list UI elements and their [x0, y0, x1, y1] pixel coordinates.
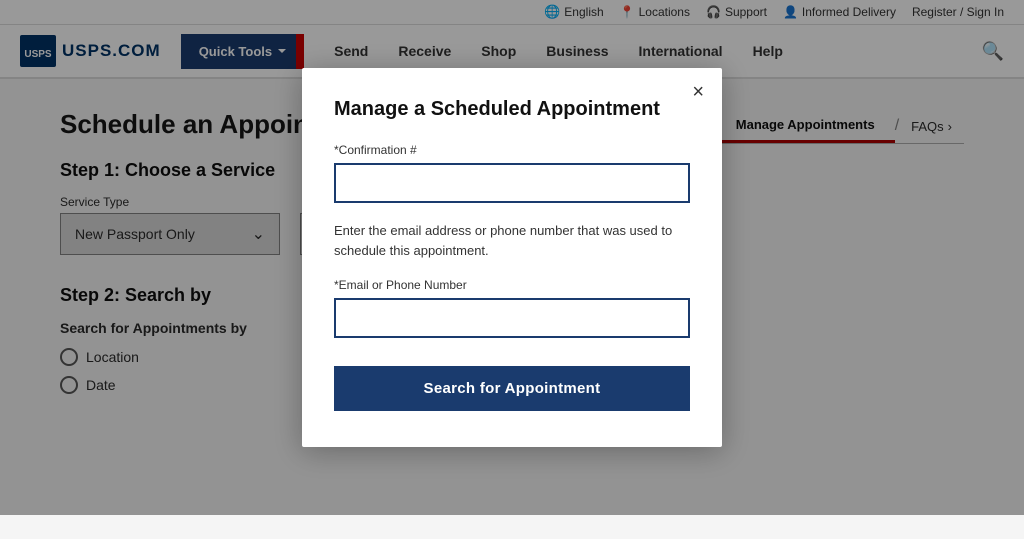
search-appointment-button[interactable]: Search for Appointment: [334, 366, 690, 411]
confirmation-label: *Confirmation #: [334, 143, 690, 157]
modal-close-button[interactable]: ×: [692, 82, 704, 102]
email-phone-label-text: *Email or Phone Number: [334, 278, 467, 292]
email-phone-label: *Email or Phone Number: [334, 278, 690, 292]
modal-hint-text: Enter the email address or phone number …: [334, 221, 690, 260]
confirmation-label-text: *Confirmation #: [334, 143, 417, 157]
modal-title: Manage a Scheduled Appointment: [334, 98, 690, 121]
confirmation-input[interactable]: [334, 163, 690, 203]
modal-overlay: × Manage a Scheduled Appointment *Confir…: [0, 0, 1024, 515]
email-phone-input[interactable]: [334, 298, 690, 338]
manage-appointment-modal: × Manage a Scheduled Appointment *Confir…: [302, 68, 722, 447]
